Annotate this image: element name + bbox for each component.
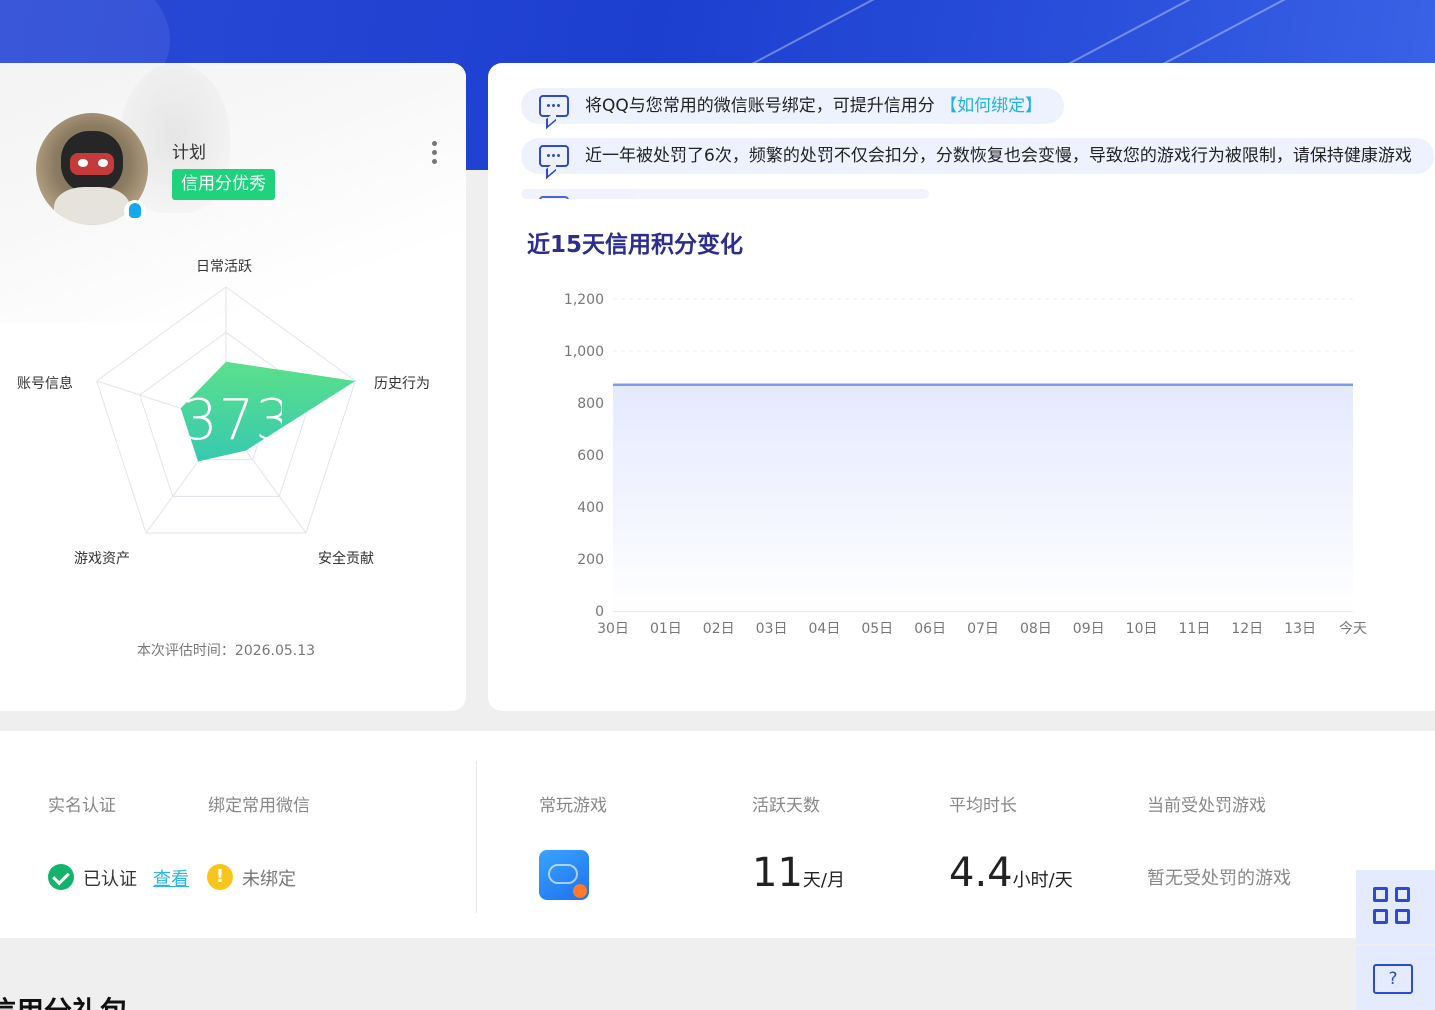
avg-time-label: 平均时长: [949, 796, 1017, 816]
credit-chart-card: 将QQ与您常用的微信账号绑定，可提升信用分 【如何绑定】 近一年被处罚了6次，频…: [488, 63, 1435, 711]
y-tick-label: 1,000: [564, 344, 604, 360]
y-tick-label: 0: [595, 604, 604, 620]
nickname: 计划: [172, 143, 206, 163]
message-icon: [539, 145, 569, 167]
help-icon: ?: [1373, 964, 1413, 994]
qr-code-button[interactable]: [1356, 870, 1435, 944]
notice-bind-wechat: 将QQ与您常用的微信账号绑定，可提升信用分 【如何绑定】: [521, 88, 1065, 124]
radar-label-assets: 游戏资产: [74, 551, 130, 567]
chart-title: 近15天信用积分变化: [527, 232, 744, 258]
x-tick-label: 09日: [1073, 621, 1105, 637]
help-button[interactable]: ?: [1356, 946, 1435, 1010]
y-tick-label: 800: [577, 396, 604, 412]
profile-card: 计划 信用分优秀 日常活跃 历史行为 安全贡献 游戏资产 账号信息 373 本次…: [0, 63, 466, 711]
qr-code-icon-cell: [1395, 909, 1410, 924]
real-name-label: 实名认证: [48, 796, 116, 816]
avatar-eye: [98, 159, 108, 167]
avatar-body: [54, 187, 130, 225]
credit-score: 373: [182, 388, 282, 453]
penalty-games-label: 当前受处罚游戏: [1147, 796, 1266, 816]
evaluation-time: 本次评估时间：2026.05.13: [136, 643, 316, 659]
check-icon: [48, 864, 74, 890]
qr-code-icon-cell: [1373, 909, 1388, 924]
game-icon[interactable]: [539, 850, 589, 900]
x-tick-label: 13日: [1284, 621, 1316, 637]
active-days-number: 11: [752, 850, 803, 896]
radar-label-daily: 日常活跃: [196, 259, 252, 275]
notice-text: 近一年被处罚了6次，频繁的处罚不仅会扣分，分数恢复也会变慢，导致您的游戏行为被限…: [585, 146, 1412, 166]
unbound-status: 未绑定: [242, 869, 296, 890]
avatar-eye: [78, 159, 88, 167]
x-tick-label: 11日: [1179, 621, 1211, 637]
how-to-bind-link[interactable]: 【如何绑定】: [940, 96, 1042, 116]
active-days-unit: 天/月: [802, 870, 845, 891]
qr-code-icon-cell: [1395, 887, 1410, 902]
more-options-icon[interactable]: [424, 139, 444, 167]
x-tick-label: 10日: [1126, 621, 1158, 637]
message-icon: [539, 196, 569, 199]
banner-streak: [1149, 0, 1381, 72]
x-tick-label: 12日: [1231, 621, 1263, 637]
avg-time-value: 4.4小时/天: [949, 850, 1073, 896]
x-tick-label: 30日: [597, 621, 629, 637]
qq-icon: [124, 200, 146, 222]
x-tick-label: 05日: [861, 621, 893, 637]
no-penalty-text: 暂无受处罚的游戏: [1147, 868, 1291, 889]
x-tick-label: 01日: [650, 621, 682, 637]
y-tick-label: 400: [577, 500, 604, 516]
radar-label-history: 历史行为: [374, 376, 430, 392]
x-tick-label: 03日: [756, 621, 788, 637]
info-strip: 实名认证 绑定常用微信 已认证 查看 ! 未绑定 常玩游戏 活跃天数 平均时长 …: [0, 731, 1435, 938]
series-area: [613, 384, 1353, 611]
message-icon: [539, 95, 569, 117]
credit-level-badge: 信用分优秀: [172, 169, 275, 200]
x-tick-label: 04日: [809, 621, 841, 637]
warning-icon: !: [207, 864, 233, 890]
avg-time-unit: 小时/天: [1012, 870, 1073, 891]
y-tick-label: 1,200: [564, 292, 604, 308]
view-link[interactable]: 查看: [153, 865, 189, 891]
section-title: 信用分礼包: [0, 990, 128, 1010]
x-tick-label: 08日: [1020, 621, 1052, 637]
active-days-value: 11天/月: [752, 850, 845, 896]
active-days-label: 活跃天数: [752, 796, 820, 816]
x-tick-label: 02日: [703, 621, 735, 637]
notice-penalty: 近一年被处罚了6次，频繁的处罚不仅会扣分，分数恢复也会变慢，导致您的游戏行为被限…: [521, 138, 1434, 174]
wechat-bind-label: 绑定常用微信: [208, 796, 310, 816]
y-tick-label: 200: [577, 552, 604, 568]
notice-text: 将QQ与您常用的微信账号绑定，可提升信用分: [585, 96, 935, 116]
x-tick-label: 07日: [967, 621, 999, 637]
qr-code-icon: [1373, 887, 1388, 902]
credit-line-chart: 0 200 400 600 800 1,000 1,200 30日 01日 02日 03日 04日 05…: [564, 292, 1367, 637]
frequent-games-label: 常玩游戏: [539, 796, 607, 816]
verified-status: 已认证: [83, 869, 137, 890]
divider: [476, 761, 477, 913]
radar-label-security: 安全贡献: [318, 551, 374, 567]
x-tick-label: 06日: [914, 621, 946, 637]
avg-time-number: 4.4: [949, 850, 1013, 896]
y-tick-label: 600: [577, 448, 604, 464]
x-tick-label: 今天: [1339, 621, 1367, 637]
notice-next: [521, 189, 929, 199]
radar-label-account: 账号信息: [17, 376, 73, 392]
